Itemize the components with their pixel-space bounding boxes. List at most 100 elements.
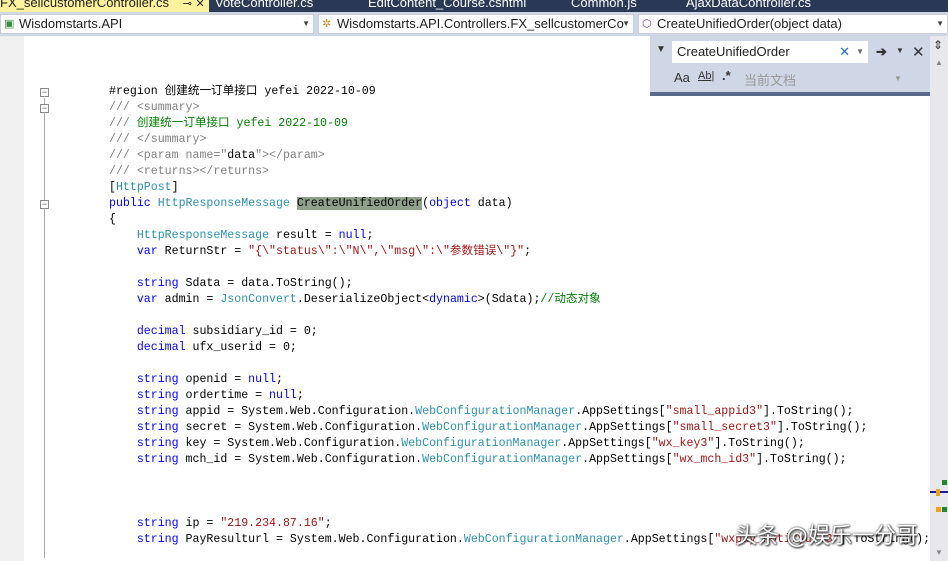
tab-ajaxdata-controller[interactable]: AjaxDataController.cs [686,0,811,12]
comment-token: 创建统一订单接口 yefei 2022-10-09 [136,117,348,130]
code-line: string Sdata = data.ToString(); [109,276,930,292]
search-history-icon[interactable]: ▼ [856,41,864,63]
code-token: ].ToString(); [776,421,868,434]
code-content[interactable]: #region 创建统一订单接口 yefei 2022-10-09 /// <su… [109,84,930,548]
code-line: public HttpResponseMessage CreateUnified… [109,196,930,212]
comment-token: //动态对象 [540,293,601,306]
find-next-icon[interactable]: ➔ [876,44,887,60]
code-token: openid = [178,373,249,386]
code-token: secret = System.Web.Configuration. [178,421,423,434]
code-token: ufx_userid = 0; [185,341,297,354]
code-token: appid = System.Web.Configuration. [178,405,416,418]
pin-icon[interactable]: ⊸ [183,0,192,10]
keyword-token: null [338,229,367,242]
tab-vote-controller[interactable]: VoteController.cs [215,0,313,12]
code-line: string appid = System.Web.Configuration.… [109,404,930,420]
code-token: .AppSettings[ [582,453,673,466]
code-token: .AppSettings[ [561,437,652,450]
keyword-token: string [136,437,179,450]
code-token: key = System.Web.Configuration. [178,437,402,450]
code-token: ; [366,229,374,242]
keyword-token: null [269,389,297,402]
close-find-icon[interactable]: ✕ [912,43,925,61]
string-token: "small_secret3" [672,421,777,434]
code-token: >(Sdata); [477,293,541,306]
change-marker [942,480,947,485]
doc-comment-token: /// <returns></returns> [109,165,270,178]
keyword-token: string [136,421,179,434]
find-input[interactable]: CreateUnifiedOrder ✕ ▼ [672,41,868,63]
match-case-toggle[interactable]: Aa [674,70,690,85]
tab-fx-sellcustomer-controller[interactable]: FX_sellcustomerController.cs ⊸ ✕ [0,0,209,12]
collapse-region-icon[interactable]: − [40,88,49,97]
find-options-icon[interactable]: ▼ [896,46,904,55]
find-marker [936,489,940,496]
code-line: decimal ufx_userid = 0; [109,340,930,356]
code-token: ].ToString(); [756,453,847,466]
collapse-summary-icon[interactable]: − [40,104,49,113]
keyword-token: string [136,405,179,418]
find-panel: ▼ CreateUnifiedOrder ✕ ▼ ➔ ▼ ✕ Aa Ab| .* 当… [650,36,930,96]
project-dropdown[interactable]: ▣ Wisdomstarts.API ▼ [0,14,314,34]
code-token: ip = [178,517,221,530]
class-dropdown[interactable]: ✲ Wisdomstarts.API.Controllers.FX_sellcus… [318,14,634,34]
code-line: decimal subsidiary_id = 0; [109,324,930,340]
type-token: HttpResponseMessage [157,197,297,210]
scroll-down-icon[interactable]: ▼ [935,548,943,557]
keyword-token: dynamic [429,293,478,306]
string-token: "wx_key3" [651,437,715,450]
clear-search-icon[interactable]: ✕ [839,41,850,63]
code-token: data [227,149,256,162]
code-token: mch_id = System.Web.Configuration. [178,453,423,466]
code-token: ; [324,517,332,530]
code-token: PayResulturl = System.Web.Configuration. [178,533,464,546]
keyword-token: string [136,517,179,530]
doc-comment-token: /// [109,117,137,130]
keyword-token: string [136,373,179,386]
change-marker [942,507,947,512]
tab-editcontent-course[interactable]: EditContent_Course.cshtml [368,0,526,12]
whole-word-toggle[interactable]: Ab| [698,70,714,82]
vertical-scrollbar[interactable]: ⇕ ▲ ▼ [930,36,948,561]
split-icon[interactable]: ⇕ [933,38,943,52]
code-line: string ordertime = null; [109,388,930,404]
keyword-token: string [136,389,179,402]
collapse-method-icon[interactable]: − [40,200,49,209]
code-token: .AppSettings[ [623,533,715,546]
outline-line [44,98,45,558]
regex-toggle[interactable]: .* [722,68,731,83]
chevron-down-icon: ▼ [622,19,630,28]
code-token: ordertime = [178,389,270,402]
tab-common-js[interactable]: Common.js [571,0,637,12]
toggle-replace-icon[interactable]: ▼ [656,44,666,55]
code-line: /// </summary> [109,132,930,148]
keyword-token: string [136,277,179,290]
string-token: "{\"status\":\"N\",\"msg\":\"参数错误\"}" [248,245,525,258]
type-token: WebConfigurationManager [463,533,624,546]
scroll-up-icon[interactable]: ▲ [935,58,943,67]
code-token: Sdata = data.ToString(); [178,277,353,290]
code-token: ; [524,245,532,258]
search-scope-dropdown[interactable]: 当前文档 [744,70,796,89]
close-icon[interactable]: ✕ [196,0,205,10]
keyword-token: public [109,197,158,210]
string-token: "219.234.87.16" [220,517,325,530]
type-token: WebConfigurationManager [422,453,583,466]
code-token: subsidiary_id = 0; [185,325,318,338]
code-line: string key = System.Web.Configuration.We… [109,436,930,452]
member-label: CreateUnifiedOrder(object data) [657,16,842,31]
type-token: WebConfigurationManager [401,437,562,450]
member-dropdown[interactable]: ⬡ CreateUnifiedOrder(object data) ▼ [638,14,948,34]
chevron-down-icon[interactable]: ▼ [894,74,902,83]
